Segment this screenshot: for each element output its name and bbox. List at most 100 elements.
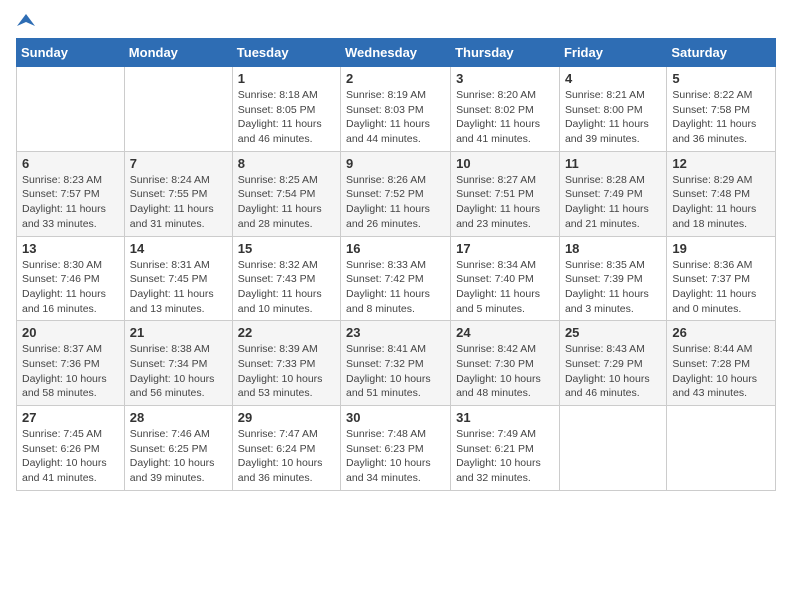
calendar-cell: 27 Sunrise: 7:45 AM Sunset: 6:26 PM Dayli… (17, 406, 125, 491)
day-info: Sunrise: 8:39 AM Sunset: 7:33 PM Dayligh… (238, 342, 335, 401)
day-info: Sunrise: 7:48 AM Sunset: 6:23 PM Dayligh… (346, 427, 445, 486)
day-info: Sunrise: 7:47 AM Sunset: 6:24 PM Dayligh… (238, 427, 335, 486)
day-number: 11 (565, 156, 661, 171)
day-number: 26 (672, 325, 770, 340)
calendar-cell: 14 Sunrise: 8:31 AM Sunset: 7:45 PM Dayli… (124, 236, 232, 321)
day-info: Sunrise: 8:18 AM Sunset: 8:05 PM Dayligh… (238, 88, 335, 147)
calendar-cell: 13 Sunrise: 8:30 AM Sunset: 7:46 PM Dayli… (17, 236, 125, 321)
day-info: Sunrise: 8:21 AM Sunset: 8:00 PM Dayligh… (565, 88, 661, 147)
day-number: 16 (346, 241, 445, 256)
calendar-cell: 15 Sunrise: 8:32 AM Sunset: 7:43 PM Dayli… (232, 236, 340, 321)
day-number: 8 (238, 156, 335, 171)
weekday-header-sunday: Sunday (17, 39, 125, 67)
calendar-cell: 9 Sunrise: 8:26 AM Sunset: 7:52 PM Daylig… (341, 151, 451, 236)
day-number: 19 (672, 241, 770, 256)
day-number: 31 (456, 410, 554, 425)
day-info: Sunrise: 8:41 AM Sunset: 7:32 PM Dayligh… (346, 342, 445, 401)
day-info: Sunrise: 8:35 AM Sunset: 7:39 PM Dayligh… (565, 258, 661, 317)
calendar-cell: 18 Sunrise: 8:35 AM Sunset: 7:39 PM Dayli… (559, 236, 666, 321)
day-info: Sunrise: 8:37 AM Sunset: 7:36 PM Dayligh… (22, 342, 119, 401)
day-info: Sunrise: 8:23 AM Sunset: 7:57 PM Dayligh… (22, 173, 119, 232)
day-number: 9 (346, 156, 445, 171)
calendar-cell: 19 Sunrise: 8:36 AM Sunset: 7:37 PM Dayli… (667, 236, 776, 321)
day-number: 1 (238, 71, 335, 86)
calendar-cell: 4 Sunrise: 8:21 AM Sunset: 8:00 PM Daylig… (559, 67, 666, 152)
day-number: 25 (565, 325, 661, 340)
weekday-header-monday: Monday (124, 39, 232, 67)
calendar-cell: 22 Sunrise: 8:39 AM Sunset: 7:33 PM Dayli… (232, 321, 340, 406)
calendar-cell: 24Sunrise: 8:42 AM Sunset: 7:30 PM Dayli… (451, 321, 560, 406)
calendar-week-row: 13 Sunrise: 8:30 AM Sunset: 7:46 PM Dayli… (17, 236, 776, 321)
day-number: 7 (130, 156, 227, 171)
day-info: Sunrise: 8:43 AM Sunset: 7:29 PM Dayligh… (565, 342, 661, 401)
day-number: 29 (238, 410, 335, 425)
day-number: 5 (672, 71, 770, 86)
day-info: Sunrise: 8:28 AM Sunset: 7:49 PM Dayligh… (565, 173, 661, 232)
calendar-cell: 31 Sunrise: 7:49 AM Sunset: 6:21 PM Dayli… (451, 406, 560, 491)
calendar-cell (17, 67, 125, 152)
day-number: 30 (346, 410, 445, 425)
calendar-week-row: 1 Sunrise: 8:18 AM Sunset: 8:05 PM Daylig… (17, 67, 776, 152)
day-info: Sunrise: 8:26 AM Sunset: 7:52 PM Dayligh… (346, 173, 445, 232)
weekday-header-friday: Friday (559, 39, 666, 67)
day-number: 15 (238, 241, 335, 256)
day-info: Sunrise: 7:46 AM Sunset: 6:25 PM Dayligh… (130, 427, 227, 486)
calendar-cell: 21 Sunrise: 8:38 AM Sunset: 7:34 PM Dayli… (124, 321, 232, 406)
day-number: 6 (22, 156, 119, 171)
weekday-header-thursday: Thursday (451, 39, 560, 67)
day-number: 27 (22, 410, 119, 425)
page-header (16, 16, 776, 30)
calendar-cell: 30 Sunrise: 7:48 AM Sunset: 6:23 PM Dayli… (341, 406, 451, 491)
day-info: Sunrise: 8:30 AM Sunset: 7:46 PM Dayligh… (22, 258, 119, 317)
day-number: 28 (130, 410, 227, 425)
day-info: Sunrise: 8:32 AM Sunset: 7:43 PM Dayligh… (238, 258, 335, 317)
weekday-header-saturday: Saturday (667, 39, 776, 67)
calendar-cell: 26 Sunrise: 8:44 AM Sunset: 7:28 PM Dayli… (667, 321, 776, 406)
calendar-cell: 12 Sunrise: 8:29 AM Sunset: 7:48 PM Dayli… (667, 151, 776, 236)
day-info: Sunrise: 8:27 AM Sunset: 7:51 PM Dayligh… (456, 173, 554, 232)
calendar-week-row: 20 Sunrise: 8:37 AM Sunset: 7:36 PM Dayli… (17, 321, 776, 406)
day-number: 21 (130, 325, 227, 340)
day-info: Sunrise: 8:38 AM Sunset: 7:34 PM Dayligh… (130, 342, 227, 401)
day-number: 10 (456, 156, 554, 171)
day-info: Sunrise: 8:33 AM Sunset: 7:42 PM Dayligh… (346, 258, 445, 317)
day-number: 4 (565, 71, 661, 86)
day-number: 12 (672, 156, 770, 171)
calendar-cell: 7 Sunrise: 8:24 AM Sunset: 7:55 PM Daylig… (124, 151, 232, 236)
weekday-header-tuesday: Tuesday (232, 39, 340, 67)
calendar-cell: 11 Sunrise: 8:28 AM Sunset: 7:49 PM Dayli… (559, 151, 666, 236)
day-info: Sunrise: 8:20 AM Sunset: 8:02 PM Dayligh… (456, 88, 554, 147)
calendar-week-row: 6 Sunrise: 8:23 AM Sunset: 7:57 PM Daylig… (17, 151, 776, 236)
day-number: 13 (22, 241, 119, 256)
calendar-cell: 1 Sunrise: 8:18 AM Sunset: 8:05 PM Daylig… (232, 67, 340, 152)
day-info: Sunrise: 8:31 AM Sunset: 7:45 PM Dayligh… (130, 258, 227, 317)
calendar-table: SundayMondayTuesdayWednesdayThursdayFrid… (16, 38, 776, 491)
day-info: Sunrise: 8:36 AM Sunset: 7:37 PM Dayligh… (672, 258, 770, 317)
weekday-header-row: SundayMondayTuesdayWednesdayThursdayFrid… (17, 39, 776, 67)
calendar-cell: 29 Sunrise: 7:47 AM Sunset: 6:24 PM Dayli… (232, 406, 340, 491)
day-number: 3 (456, 71, 554, 86)
calendar-cell (124, 67, 232, 152)
day-number: 23 (346, 325, 445, 340)
day-info: Sunrise: 8:44 AM Sunset: 7:28 PM Dayligh… (672, 342, 770, 401)
day-number: 14 (130, 241, 227, 256)
day-number: 18 (565, 241, 661, 256)
calendar-cell: 6 Sunrise: 8:23 AM Sunset: 7:57 PM Daylig… (17, 151, 125, 236)
calendar-cell: 28 Sunrise: 7:46 AM Sunset: 6:25 PM Dayli… (124, 406, 232, 491)
calendar-cell: 8Sunrise: 8:25 AM Sunset: 7:54 PM Daylig… (232, 151, 340, 236)
day-number: 17 (456, 241, 554, 256)
day-number: 22 (238, 325, 335, 340)
calendar-cell: 16 Sunrise: 8:33 AM Sunset: 7:42 PM Dayli… (341, 236, 451, 321)
day-info: Sunrise: 8:29 AM Sunset: 7:48 PM Dayligh… (672, 173, 770, 232)
calendar-cell: 2Sunrise: 8:19 AM Sunset: 8:03 PM Daylig… (341, 67, 451, 152)
calendar-cell: 20 Sunrise: 8:37 AM Sunset: 7:36 PM Dayli… (17, 321, 125, 406)
calendar-cell: 23 Sunrise: 8:41 AM Sunset: 7:32 PM Dayli… (341, 321, 451, 406)
day-info: Sunrise: 8:34 AM Sunset: 7:40 PM Dayligh… (456, 258, 554, 317)
day-info: Sunrise: 7:49 AM Sunset: 6:21 PM Dayligh… (456, 427, 554, 486)
weekday-header-wednesday: Wednesday (341, 39, 451, 67)
calendar-cell: 25 Sunrise: 8:43 AM Sunset: 7:29 PM Dayli… (559, 321, 666, 406)
day-info: Sunrise: 8:24 AM Sunset: 7:55 PM Dayligh… (130, 173, 227, 232)
day-number: 20 (22, 325, 119, 340)
day-info: Sunrise: 7:45 AM Sunset: 6:26 PM Dayligh… (22, 427, 119, 486)
calendar-cell: 17 Sunrise: 8:34 AM Sunset: 7:40 PM Dayli… (451, 236, 560, 321)
